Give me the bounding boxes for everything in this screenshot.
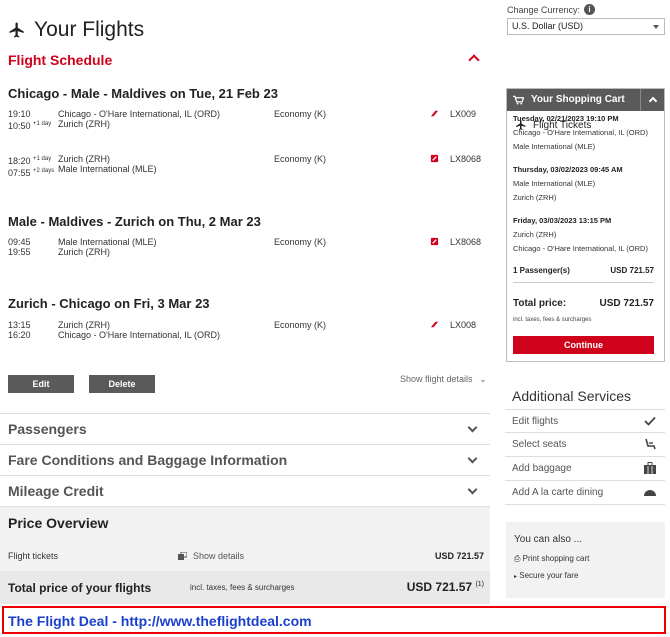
- print-cart-link[interactable]: ⎙ Print shopping cart: [514, 554, 589, 564]
- fare-conditions-accordion[interactable]: Fare Conditions and Baggage Information: [0, 444, 490, 474]
- delete-button[interactable]: Delete: [89, 375, 155, 393]
- segment-times: 09:45 19:55: [8, 237, 31, 257]
- shopping-cart: Your Shopping Cart Flight Tickets: [506, 88, 665, 362]
- segment-times: 13:15 16:20: [8, 320, 31, 340]
- you-can-also-box: You can also ... ⎙ Print shopping cart ▸…: [506, 522, 665, 598]
- shopping-cart-title: Your Shopping Cart: [531, 94, 625, 105]
- watermark-banner: The Flight Deal - http://www.theflightde…: [2, 606, 666, 634]
- check-icon: [644, 416, 656, 426]
- total-price-amount: USD 721.57 (1): [406, 580, 484, 594]
- total-price-label: Total price of your flights: [8, 581, 152, 595]
- accordion-label: Passengers: [8, 421, 87, 437]
- flight-number: LX8068: [450, 237, 482, 247]
- mileage-credit-accordion[interactable]: Mileage Credit: [0, 475, 490, 505]
- seat-icon: [645, 438, 656, 450]
- accordion-label: Mileage Credit: [8, 483, 104, 499]
- chevron-down-icon: [467, 484, 478, 495]
- page-title: Your Flights: [8, 18, 144, 42]
- chevron-down-icon: ⌄: [479, 374, 487, 384]
- chevron-down-icon: [467, 422, 478, 433]
- currency-label: Change Currency: i: [507, 4, 596, 15]
- collapse-cart-button[interactable]: [640, 89, 664, 111]
- total-price-row: Total price of your flights incl. taxes,…: [0, 571, 490, 604]
- service-select-seats[interactable]: Select seats: [505, 433, 665, 457]
- segment-times: 18:20 +1 day 07:55 +2 days: [8, 156, 55, 178]
- print-icon: ⎙: [514, 554, 521, 563]
- segment-airports: Male International (MLE) Zurich (ZRH): [58, 237, 157, 257]
- flight-number: LX009: [450, 109, 477, 119]
- flight-number: LX008: [450, 320, 477, 330]
- continue-button[interactable]: Continue: [513, 336, 654, 354]
- dining-icon: [644, 490, 656, 496]
- show-flight-details-link[interactable]: Show flight details ⌄: [400, 374, 487, 385]
- details-icon: [178, 552, 187, 560]
- show-details-link[interactable]: Show details: [178, 551, 244, 561]
- dropdown-caret-icon: [653, 25, 659, 29]
- price-overview-title: Price Overview: [8, 515, 109, 531]
- arrow-right-icon: ▸: [514, 574, 518, 580]
- chevron-up-icon: [648, 96, 658, 106]
- passengers-accordion[interactable]: Passengers: [0, 413, 490, 443]
- flight-segment: 09:45 19:55 Male International (MLE) Zur…: [8, 237, 492, 267]
- chevron-up-icon[interactable]: [468, 54, 480, 66]
- additional-services-title: Additional Services: [512, 388, 632, 404]
- airline-logo-icon: [430, 321, 439, 328]
- airline-logo-icon: [430, 110, 439, 117]
- leg-title: Male - Maldives - Zurich on Thu, 2 Mar 2…: [8, 214, 261, 229]
- flight-schedule-header[interactable]: Flight Schedule: [8, 52, 484, 74]
- cart-subtitle: Flight Tickets: [515, 119, 591, 131]
- page-title-text: Your Flights: [34, 18, 145, 41]
- flight-segment: 18:20 +1 day 07:55 +2 days Zurich (ZRH) …: [8, 154, 492, 184]
- info-icon[interactable]: i: [584, 4, 596, 15]
- flight-segment: 13:15 16:20 Zurich (ZRH) Chicago - O'Har…: [8, 320, 492, 350]
- flight-number: LX8068: [450, 154, 482, 164]
- service-edit-flights[interactable]: Edit flights: [505, 409, 665, 433]
- flight-segment: 19:10 10:50 +1 day Chicago - O'Hare Inte…: [8, 109, 492, 139]
- leg-title: Chicago - Male - Maldives on Tue, 21 Feb…: [8, 86, 278, 101]
- cabin-class: Economy (K): [274, 154, 327, 164]
- baggage-icon: [644, 462, 656, 474]
- airline-logo-icon: [430, 154, 439, 163]
- cabin-class: Economy (K): [274, 320, 327, 330]
- flight-tickets-label: Flight tickets: [8, 551, 59, 561]
- cabin-class: Economy (K): [274, 237, 327, 247]
- segment-times: 19:10 10:50 +1 day: [8, 109, 52, 131]
- chevron-down-icon: [467, 453, 478, 464]
- airline-logo-icon: [430, 237, 439, 246]
- price-overview: Price Overview Flight tickets Show detai…: [0, 506, 490, 604]
- leg-title: Zurich - Chicago on Fri, 3 Mar 23: [8, 296, 210, 311]
- service-add-dining[interactable]: Add A la carte dining: [505, 481, 665, 505]
- secure-fare-link[interactable]: ▸ Secure your fare: [514, 571, 578, 580]
- cart-icon: [513, 95, 524, 105]
- tickets-amount: USD 721.57: [434, 551, 484, 561]
- currency-select[interactable]: U.S. Dollar (USD): [507, 18, 665, 35]
- edit-button[interactable]: Edit: [8, 375, 74, 393]
- total-price-note: incl. taxes, fees & surcharges: [190, 583, 295, 592]
- you-can-also-title: You can also ...: [514, 534, 583, 545]
- flight-schedule-title: Flight Schedule: [8, 52, 113, 68]
- airplane-icon: [9, 22, 24, 38]
- shopping-cart-header: Your Shopping Cart: [507, 89, 664, 111]
- segment-airports: Chicago - O'Hare International, IL (ORD)…: [58, 109, 220, 129]
- airplane-icon: [516, 120, 526, 130]
- cabin-class: Economy (K): [274, 109, 327, 119]
- accordion-label: Fare Conditions and Baggage Information: [8, 452, 288, 468]
- service-add-baggage[interactable]: Add baggage: [505, 457, 665, 481]
- segment-airports: Zurich (ZRH) Male International (MLE): [58, 154, 157, 174]
- segment-airports: Zurich (ZRH) Chicago - O'Hare Internatio…: [58, 320, 220, 340]
- watermark-text: The Flight Deal - http://www.theflightde…: [8, 613, 312, 629]
